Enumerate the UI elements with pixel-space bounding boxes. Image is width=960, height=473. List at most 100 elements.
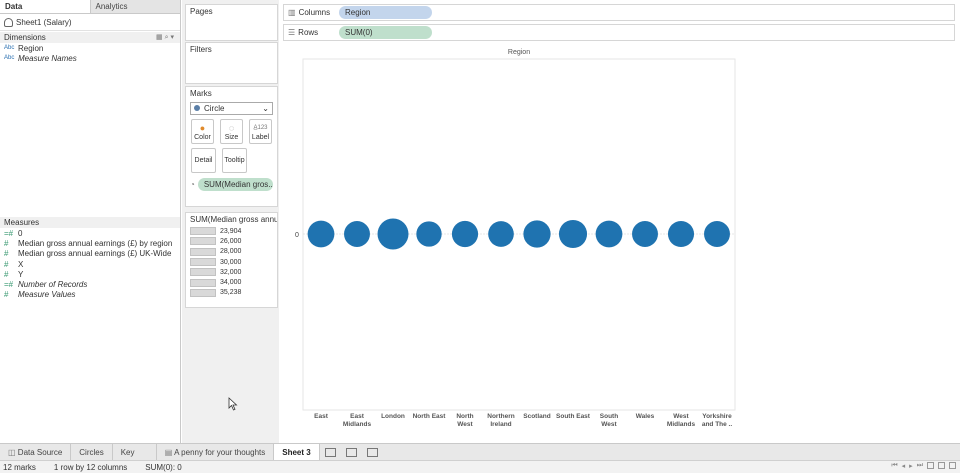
legend-value: 35,238 [220,289,242,297]
size-legend-item[interactable]: 28,000 [186,247,277,257]
new-dashboard-icon[interactable] [345,447,357,457]
size-button-label: Size [224,134,239,141]
marks-title: Marks [190,89,212,98]
datasource-item[interactable]: Sheet1 (Salary) [0,14,180,31]
category-label: North East [413,413,447,420]
tab-analytics[interactable]: Analytics [89,0,180,13]
measure-field[interactable]: # Median gross annual earnings (£) by reg… [0,238,180,248]
mouse-cursor-icon [228,397,238,411]
size-legend-item[interactable]: 30,000 [186,257,277,267]
sum-rows-pill[interactable]: SUM(0) [339,26,432,39]
tab-data-source-label: Data Source [17,447,63,457]
size-button[interactable]: ◌ Size [220,119,243,144]
size-legend-item[interactable]: 35,238 [186,288,277,298]
chevron-down-icon[interactable]: ▾ [170,34,176,41]
measure-field[interactable]: =# Number of Records [0,279,180,289]
circle-mark[interactable] [307,220,335,248]
filters-card[interactable]: Filters [185,42,278,84]
datasource-tab-icon: ◫ [8,447,16,457]
size-legend-item[interactable]: 32,000 [186,267,277,277]
legend-swatch [190,237,216,246]
category-label: Midlands [343,421,372,428]
circle-chart[interactable]: Region 0 East EastMidlandsLondon North Eas… [283,44,737,437]
circle-mark[interactable] [558,219,588,249]
category-label: East [314,413,329,420]
size-encoding-row: ◔ SUM(Median gros.. [186,175,277,194]
tab-circles[interactable]: Circles [71,443,113,461]
prev-page-icon[interactable]: ◂ [902,462,906,470]
size-legend-item[interactable]: 26,000 [186,236,277,246]
circle-mark[interactable] [595,220,623,248]
region-header: Region [508,49,530,56]
size-measure-pill[interactable]: SUM(Median gros.. [197,178,273,191]
viz-canvas[interactable]: Region 0 East East Midlands London North Eas… [283,44,737,437]
new-story-icon[interactable] [366,447,378,457]
columns-icon: ▥ [288,8,296,17]
mark-type-dropdown[interactable]: Circle ⌄ [190,102,273,115]
filmstrip-view-icon[interactable] [927,462,934,469]
circle-mark[interactable] [377,218,409,250]
detail-button[interactable]: Detail [191,148,216,173]
circle-mark[interactable] [488,221,514,247]
tab-sheet-3[interactable]: Sheet 3 [274,443,320,461]
measures-section: Measures =# 0 # Median gross annual earning… [0,217,180,300]
last-page-icon[interactable]: ⏭ [917,462,923,470]
circle-mark[interactable] [667,220,695,248]
dimensions-section: Dimensions ▦⌕▾ Abc Region Abc Measure Names [0,32,180,64]
circle-mark[interactable] [632,221,658,247]
circle-mark[interactable] [451,220,479,248]
grid-icon[interactable]: ▦ [156,34,165,41]
category-label: London [381,413,405,420]
label-button[interactable]: A̲123 Label [249,119,272,144]
legend-swatch [190,247,216,256]
category-label: South [600,413,618,420]
measure-field[interactable]: # Measure Values [0,290,180,300]
category-label: West [457,421,473,428]
status-marks: 12 marks [3,462,36,472]
measure-field-label: Median gross annual earnings (£) UK-Wide [18,249,172,259]
circle-mark[interactable] [523,220,551,248]
tab-data[interactable]: Data [0,0,90,13]
new-worksheet-icon[interactable] [324,447,336,457]
measure-field[interactable]: =# 0 [0,228,180,238]
dimension-field[interactable]: Abc Measure Names [0,53,180,63]
rows-shelf-label: ☰ Rows [284,28,339,37]
detail-button-label: Detail [194,157,213,164]
dimensions-list: Abc Region Abc Measure Names [0,43,180,64]
measure-field[interactable]: # X [0,259,180,269]
pages-card[interactable]: Pages [185,4,278,41]
grid-view-icon[interactable] [949,462,956,469]
columns-shelf-label: ▥ Columns [284,8,339,17]
size-legend-item[interactable]: 23,904 [186,226,277,236]
columns-shelf[interactable]: ▥ Columns Region [283,4,955,21]
sheet-tabs-bar: ◫ Data Source Circles Key ▤ A penny for … [0,443,960,461]
size-legend-card: SUM(Median gross annu... 23,904 26,000 28,… [185,212,278,308]
region-column-pill[interactable]: Region [339,6,432,19]
circle-mark[interactable] [416,221,442,247]
circle-mark[interactable] [344,221,370,247]
tooltip-button[interactable]: Tooltip [222,148,247,173]
size-legend-title: SUM(Median gross annu... [190,215,277,224]
dimension-field[interactable]: Abc Region [0,43,180,53]
marks-card: Marks Circle ⌄ ● Color ◌ Size A̲123 Labe… [185,86,278,207]
circle-mark[interactable] [704,221,730,247]
measure-field-label: X [18,259,24,269]
next-page-icon[interactable]: ▸ [909,462,913,470]
chevron-down-icon: ⌄ [262,104,269,113]
size-legend-item[interactable]: 34,000 [186,277,277,287]
tab-penny-for-your-thoughts[interactable]: ▤ A penny for your thoughts [157,443,275,461]
legend-value: 30,000 [220,258,242,266]
dimension-field-label: Measure Names [18,53,77,63]
category-label: North [456,413,473,420]
dimensions-tools[interactable]: ▦⌕▾ [156,33,176,42]
measure-field[interactable]: # Y [0,269,180,279]
rows-shelf[interactable]: ☰ Rows SUM(0) [283,24,955,41]
measure-field[interactable]: # Median gross annual earnings (£) UK-Wid… [0,249,180,259]
tabs-view-icon[interactable] [938,462,945,469]
color-button[interactable]: ● Color [191,119,214,144]
measures-header: Measures [0,217,180,228]
tab-key[interactable]: Key [113,443,157,461]
first-page-icon[interactable]: ⏮ [891,462,897,470]
tab-data-source[interactable]: ◫ Data Source [0,443,72,461]
category-label: Wales [636,413,655,420]
